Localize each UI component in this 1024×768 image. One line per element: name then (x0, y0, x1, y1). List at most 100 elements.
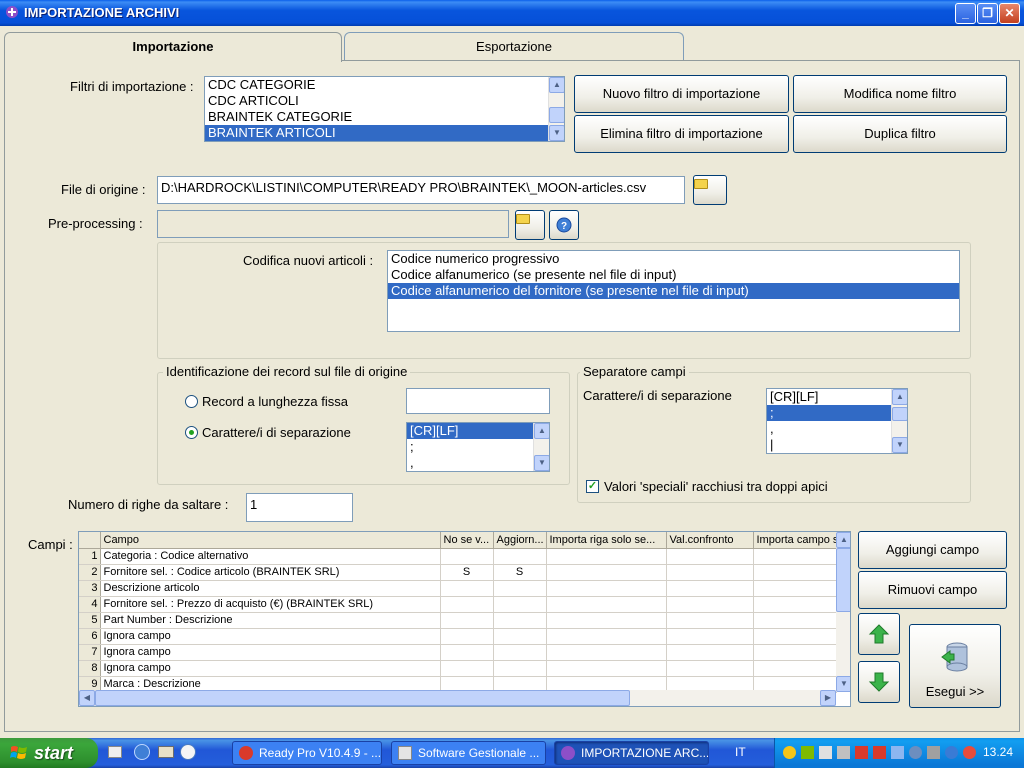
scroll-up-icon[interactable]: ▲ (549, 77, 564, 93)
table-cell[interactable] (666, 644, 754, 661)
scroll-thumb[interactable] (836, 548, 850, 612)
table-row[interactable]: 7 Ignora campo (79, 644, 837, 661)
table-row[interactable]: 1 Categoria : Codice alternativo (79, 548, 837, 565)
column-header[interactable]: Campo (100, 532, 441, 549)
list-item[interactable]: , (767, 421, 907, 437)
task-ready-pro[interactable]: Ready Pro V10.4.9 - ... (232, 741, 382, 765)
new-filter-button[interactable]: Nuovo filtro di importazione (574, 75, 789, 113)
media-player-icon[interactable] (180, 744, 196, 760)
table-row[interactable]: 6 Ignora campo (79, 628, 837, 645)
table-cell[interactable]: Ignora campo (100, 660, 441, 677)
table-cell[interactable] (666, 612, 754, 629)
table-cell[interactable] (753, 580, 837, 597)
list-item[interactable]: Codice numerico progressivo (388, 251, 959, 267)
list-item[interactable]: BRAINTEK CATEGORIE (205, 109, 564, 125)
show-desktop-icon[interactable] (108, 746, 122, 758)
power-icon[interactable] (963, 746, 976, 759)
table-cell[interactable] (493, 628, 547, 645)
list-item[interactable]: | (767, 437, 907, 453)
update-icon[interactable] (945, 746, 958, 759)
tab-esportazione[interactable]: Esportazione (344, 32, 684, 60)
internet-explorer-icon[interactable] (134, 744, 150, 760)
move-up-button[interactable] (858, 613, 900, 655)
table-cell[interactable] (753, 660, 837, 677)
title-bar[interactable]: IMPORTAZIONE ARCHIVI _ ❐ ✕ (0, 0, 1024, 26)
filters-scrollbar[interactable]: ▲ ▼ (548, 77, 564, 141)
table-cell[interactable] (546, 564, 667, 581)
table-cell[interactable]: Fornitore sel. : Codice articolo (BRAINT… (100, 564, 441, 581)
quotes-checkbox[interactable]: ✓ (586, 480, 599, 493)
execute-button[interactable]: Esegui >> (909, 624, 1001, 708)
alert-icon[interactable] (855, 746, 868, 759)
list-item[interactable]: Codice alfanumerico (se presente nel fil… (388, 267, 959, 283)
table-cell[interactable] (440, 548, 494, 565)
scroll-up-icon[interactable]: ▲ (534, 423, 549, 439)
list-item[interactable]: CDC CATEGORIE (205, 77, 564, 93)
table-cell[interactable] (493, 612, 547, 629)
table-cell[interactable] (753, 564, 837, 581)
sync-icon[interactable] (909, 746, 922, 759)
table-cell[interactable] (440, 644, 494, 661)
table-cell[interactable] (666, 548, 754, 565)
preprocessing-input[interactable] (157, 210, 509, 238)
list-item[interactable]: [CR][LF] (407, 423, 533, 439)
network-icon[interactable] (783, 746, 796, 759)
quotes-label[interactable]: Valori 'speciali' racchiusi tra doppi ap… (604, 479, 828, 494)
record-separator-list[interactable]: [CR][LF] ; , ▲ ▼ (406, 422, 550, 472)
column-header[interactable] (79, 532, 101, 549)
table-cell[interactable] (753, 548, 837, 565)
table-cell[interactable] (666, 628, 754, 645)
table-cell[interactable] (493, 596, 547, 613)
fixed-length-input[interactable] (406, 388, 550, 414)
table-cell[interactable]: S (440, 564, 494, 581)
minimize-button[interactable]: _ (955, 3, 976, 24)
column-header[interactable]: No se v... (440, 532, 494, 549)
table-cell[interactable] (753, 612, 837, 629)
table-row[interactable]: 2 Fornitore sel. : Codice articolo (BRAIN… (79, 564, 837, 581)
display-icon[interactable] (891, 746, 904, 759)
table-cell[interactable] (440, 580, 494, 597)
filters-list[interactable]: CDC CATEGORIE CDC ARTICOLI BRAINTEK CATE… (204, 76, 565, 142)
scroll-up-icon[interactable]: ▲ (892, 389, 907, 405)
maximize-button[interactable]: ❐ (977, 3, 998, 24)
table-cell[interactable] (546, 628, 667, 645)
table-cell[interactable] (440, 612, 494, 629)
security-icon[interactable] (801, 746, 814, 759)
list-item[interactable]: BRAINTEK ARTICOLI (205, 125, 548, 141)
table-cell[interactable] (753, 644, 837, 661)
table-cell[interactable] (493, 548, 547, 565)
browse-preprocessing-button[interactable] (515, 210, 545, 240)
table-cell[interactable] (546, 580, 667, 597)
column-header[interactable]: Importa campo s (753, 532, 837, 549)
table-cell[interactable]: Ignora campo (100, 644, 441, 661)
table-cell[interactable]: Fornitore sel. : Prezzo di acquisto (€) … (100, 596, 441, 613)
printer-icon[interactable] (819, 746, 832, 759)
table-cell[interactable]: Part Number : Descrizione (100, 612, 441, 629)
scroll-down-icon[interactable]: ▼ (836, 676, 850, 692)
table-cell[interactable]: Descrizione articolo (100, 580, 441, 597)
table-cell[interactable] (493, 644, 547, 661)
table-cell[interactable] (440, 660, 494, 677)
scroll-down-icon[interactable]: ▼ (534, 455, 549, 471)
column-header[interactable]: Importa riga solo se... (546, 532, 667, 549)
browse-source-button[interactable] (693, 175, 727, 205)
list-item[interactable]: , (407, 455, 549, 471)
task-software-gestionale[interactable]: Software Gestionale ... (391, 741, 546, 765)
duplicate-filter-button[interactable]: Duplica filtro (793, 115, 1007, 153)
tools-icon[interactable] (927, 746, 940, 759)
table-row[interactable]: 4 Fornitore sel. : Prezzo di acquisto (€)… (79, 596, 837, 613)
scroll-thumb[interactable] (892, 407, 907, 421)
table-cell[interactable] (546, 644, 667, 661)
volume-icon[interactable] (837, 746, 850, 759)
scroll-up-icon[interactable]: ▲ (836, 532, 850, 548)
table-cell[interactable] (546, 596, 667, 613)
list-item[interactable]: ; (767, 405, 891, 421)
add-field-button[interactable]: Aggiungi campo (858, 531, 1007, 569)
fields-grid[interactable]: Campo No se v... Aggiorn... Importa riga… (78, 531, 851, 707)
language-indicator[interactable]: IT (735, 745, 746, 759)
column-header[interactable]: Aggiorn... (493, 532, 547, 549)
table-cell[interactable] (546, 660, 667, 677)
coding-list[interactable]: Codice numerico progressivo Codice alfan… (387, 250, 960, 332)
list-item[interactable]: Codice alfanumerico del fornitore (se pr… (388, 283, 959, 299)
table-cell[interactable] (753, 596, 837, 613)
